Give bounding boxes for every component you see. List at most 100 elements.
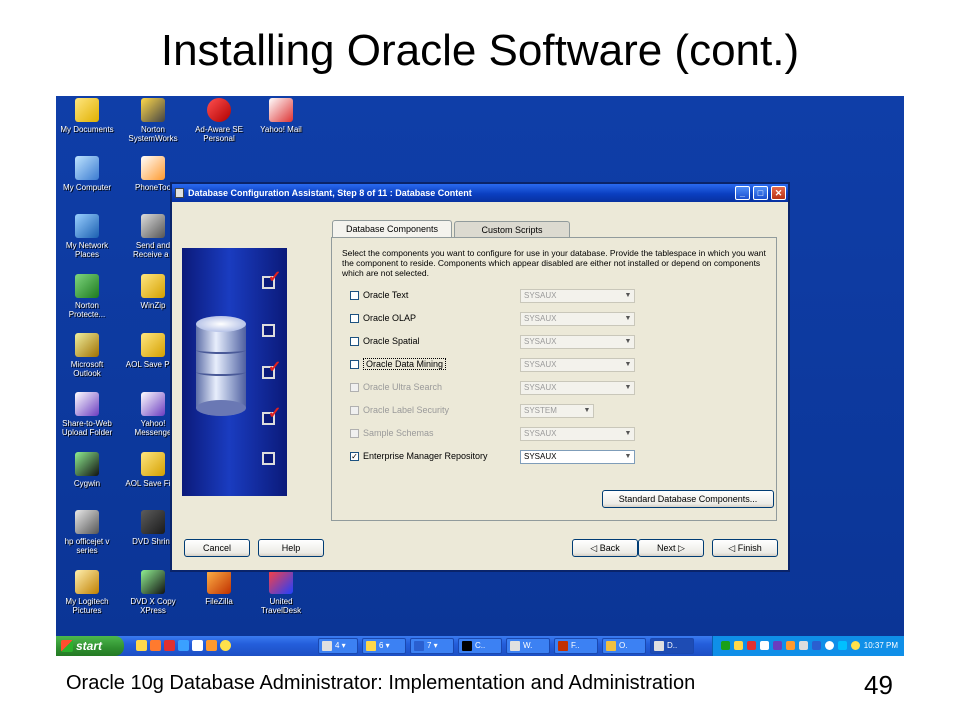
quicklaunch-icon[interactable] — [136, 640, 147, 651]
dropdown-arrow-icon: ▼ — [624, 315, 632, 322]
component-label: Oracle Ultra Search — [363, 382, 443, 392]
desktop-icon-printer[interactable]: hp officejet v series — [56, 510, 118, 555]
desktop-icon-outlook[interactable]: Microsoft Outlook — [56, 333, 118, 378]
desktop-icon-norton-protected[interactable]: Norton Protecte... — [56, 274, 118, 319]
desktop-icon-label: Norton SystemWorks — [128, 125, 178, 143]
desktop-icon-cygwin[interactable]: Cygwin — [56, 452, 118, 488]
desktop-icon-filezilla[interactable]: FileZilla — [188, 570, 250, 606]
folder-icon — [366, 641, 376, 651]
desktop-icon-label: My Computer — [62, 183, 111, 192]
quicklaunch-icon[interactable] — [164, 640, 175, 651]
dropdown-arrow-icon: ▼ — [583, 407, 591, 414]
desktop-icon-share-to-web[interactable]: Share-to-Web Upload Folder — [56, 392, 118, 437]
component-label: Sample Schemas — [363, 428, 434, 438]
component-label: Oracle Text — [363, 290, 409, 300]
desktop-icon-my-computer[interactable]: My Computer — [56, 156, 118, 192]
folder-icon — [141, 452, 165, 476]
slide-title: Installing Oracle Software (cont.) — [160, 26, 800, 75]
component-row: ✓ Enterprise Manager Repository SYSAUX ▼ — [350, 449, 770, 465]
desktop-icon-label: FileZilla — [205, 597, 233, 606]
desktop-icon-yahoo-mail[interactable]: Yahoo! Mail — [250, 98, 312, 134]
word-icon — [414, 641, 424, 651]
tray-icon[interactable] — [825, 641, 834, 650]
filezilla-icon — [207, 570, 231, 594]
tray-icon[interactable] — [734, 641, 743, 650]
component-row: Oracle Spatial SYSAUX ▼ — [350, 334, 770, 350]
quicklaunch-icon[interactable] — [206, 640, 217, 651]
tray-icon[interactable] — [747, 641, 756, 650]
tab-custom-scripts[interactable]: Custom Scripts — [454, 221, 570, 238]
checkmark-icon: ✓ — [268, 359, 282, 376]
dropdown-arrow-icon: ▼ — [624, 292, 632, 299]
desktop-icon-label: My Logitech Pictures — [65, 597, 109, 615]
quicklaunch-icon[interactable] — [220, 640, 231, 651]
task-button-ie[interactable]: 4 ▾ — [318, 638, 358, 654]
share-to-web-icon — [75, 392, 99, 416]
standard-database-components-button[interactable]: Standard Database Components... — [602, 490, 774, 508]
slide-footer: Oracle 10g Database Administrator: Imple… — [66, 672, 696, 694]
desktop-icon-network-places[interactable]: My Network Places — [56, 214, 118, 259]
finish-button[interactable]: ◁ Finish — [712, 539, 778, 557]
task-button-filezilla[interactable]: F.. — [554, 638, 598, 654]
help-button[interactable]: Help — [258, 539, 324, 557]
maximize-button[interactable]: □ — [753, 186, 768, 200]
quicklaunch-icon[interactable] — [192, 640, 203, 651]
next-button[interactable]: Next ▷ — [638, 539, 704, 557]
quicklaunch-icon[interactable] — [178, 640, 189, 651]
dialog-title: Database Configuration Assistant, Step 8… — [188, 188, 472, 198]
oracle-label-security-checkbox — [350, 406, 359, 415]
dialog-titlebar[interactable]: Database Configuration Assistant, Step 8… — [172, 184, 788, 202]
task-button-cmd[interactable]: C.. — [458, 638, 502, 654]
desktop-icon-norton-systemworks[interactable]: Norton SystemWorks — [122, 98, 184, 143]
desktop-icon-ad-aware[interactable]: Ad-Aware SE Personal — [188, 98, 250, 143]
tray-icon[interactable] — [838, 641, 847, 650]
task-button-dbca[interactable]: D.. — [650, 638, 694, 654]
component-row: Oracle Label Security SYSTEM ▼ — [350, 403, 770, 419]
tray-icon[interactable] — [799, 641, 808, 650]
tray-icon[interactable] — [851, 641, 860, 650]
desktop-icon-my-documents[interactable]: My Documents — [56, 98, 118, 134]
task-button-folder[interactable]: 6 ▾ — [362, 638, 406, 654]
checkmark-icon: ✓ — [268, 405, 282, 422]
tab-database-components[interactable]: Database Components — [332, 220, 452, 238]
minimize-button[interactable]: _ — [735, 186, 750, 200]
oracle-olap-checkbox[interactable] — [350, 314, 359, 323]
dbca-icon — [654, 641, 664, 651]
graphic-checkbox-icon — [262, 324, 275, 337]
oracle-data-mining-checkbox[interactable] — [350, 360, 359, 369]
winzip-icon — [141, 274, 165, 298]
enterprise-manager-repository-checkbox[interactable]: ✓ — [350, 452, 359, 461]
my-documents-icon — [75, 98, 99, 122]
oracle-spatial-checkbox[interactable] — [350, 337, 359, 346]
task-button-outlook[interactable]: O. — [602, 638, 646, 654]
tray-icon[interactable] — [721, 641, 730, 650]
desktop-icon-dvd-x-copy[interactable]: DVD X Copy XPress — [122, 570, 184, 615]
tray-icon[interactable] — [812, 641, 821, 650]
back-button[interactable]: ◁ Back — [572, 539, 638, 557]
yahoo-mail-icon — [269, 98, 293, 122]
task-button-word[interactable]: 7 ▾ — [410, 638, 454, 654]
desktop-icon-logitech-pictures[interactable]: My Logitech Pictures — [56, 570, 118, 615]
tray-icon[interactable] — [760, 641, 769, 650]
tray-icon[interactable] — [773, 641, 782, 650]
enterprise-manager-tablespace-select[interactable]: SYSAUX ▼ — [520, 450, 635, 464]
desktop-icon-label: Ad-Aware SE Personal — [195, 125, 243, 143]
cancel-button[interactable]: Cancel — [184, 539, 250, 557]
dvd-shrink-icon — [141, 510, 165, 534]
yahoo-messenger-icon — [141, 392, 165, 416]
oracle-text-checkbox[interactable] — [350, 291, 359, 300]
component-row: Oracle Ultra Search SYSAUX ▼ — [350, 380, 770, 396]
desktop-icon-united-traveldesk[interactable]: United TravelDesk — [250, 570, 312, 615]
quicklaunch-icon[interactable] — [150, 640, 161, 651]
start-button[interactable]: start — [56, 636, 124, 656]
close-button[interactable]: ✕ — [771, 186, 786, 200]
component-label: Oracle Label Security — [363, 405, 450, 415]
tray-icon[interactable] — [786, 641, 795, 650]
desktop-icon-label: Yahoo! Mail — [260, 125, 302, 134]
dropdown-arrow-icon: ▼ — [624, 430, 632, 437]
printer-icon — [75, 510, 99, 534]
cygwin-icon — [75, 452, 99, 476]
norton-systemworks-icon — [141, 98, 165, 122]
task-button-window[interactable]: W. — [506, 638, 550, 654]
outlook-icon — [75, 333, 99, 357]
